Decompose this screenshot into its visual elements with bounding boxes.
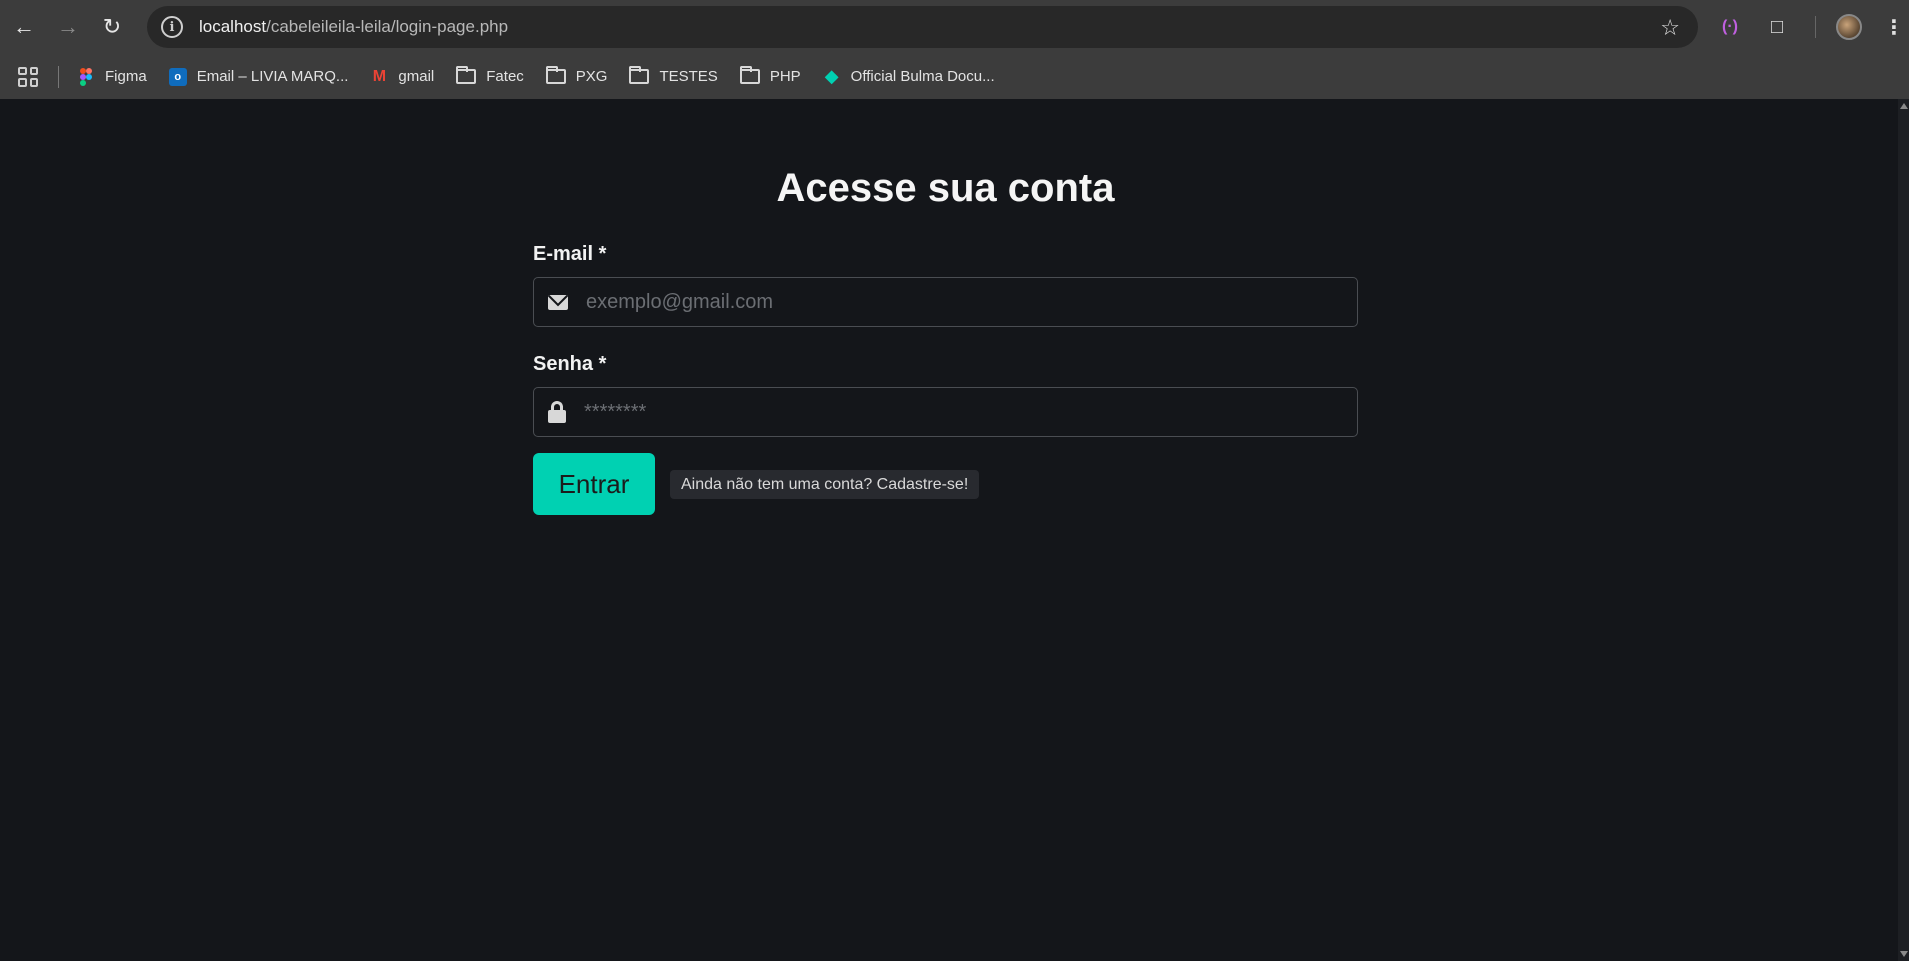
email-field-wrapper[interactable] [533, 277, 1358, 327]
login-button[interactable]: Entrar [533, 453, 655, 515]
more-menu-icon[interactable]: ⋮ [1884, 15, 1904, 40]
password-label: Senha * [533, 353, 607, 375]
browser-toolbar: ← → ↻ i localhost/cabeleileila-leila/log… [0, 0, 1909, 54]
scroll-up-arrow-icon[interactable] [1900, 103, 1908, 109]
address-bar[interactable]: i localhost/cabeleileila-leila/login-pag… [147, 6, 1698, 48]
bookmark-figma[interactable]: Figma [77, 67, 147, 86]
url-host: localhost [199, 17, 267, 36]
lock-icon [548, 401, 566, 423]
bookmarks-bar: Figma o Email – LIVIA MARQ... M gmail Fa… [0, 54, 1909, 99]
bookmark-folder-php[interactable]: PHP [739, 66, 801, 85]
bookmark-label: PXG [575, 68, 608, 85]
toolbar-right-icons: (·) □ ⋮ [1715, 0, 1904, 54]
signup-link[interactable]: Ainda não tem uma conta? Cadastre-se! [670, 469, 980, 499]
page-scrollbar[interactable] [1898, 99, 1909, 961]
gmail-icon: M [372, 67, 387, 85]
email-input[interactable] [586, 278, 1357, 326]
bookmark-label: gmail [398, 68, 435, 85]
bookmark-email[interactable]: o Email – LIVIA MARQ... [168, 67, 349, 86]
envelope-icon [548, 294, 568, 310]
bookmark-gmail[interactable]: M gmail [370, 67, 435, 86]
reload-icon[interactable]: ↻ [90, 5, 134, 49]
folder-icon [629, 66, 650, 84]
bookmark-label: TESTES [659, 68, 718, 85]
email-label: E-mail * [533, 243, 607, 265]
bookmark-star-icon[interactable]: ☆ [1660, 15, 1680, 41]
outlook-icon: o [168, 67, 187, 86]
scroll-down-arrow-icon[interactable] [1900, 951, 1908, 957]
forward-arrow-icon[interactable]: → [46, 5, 90, 49]
profile-avatar[interactable] [1836, 14, 1862, 40]
bulma-icon: ◆ [824, 66, 839, 86]
toolbar-divider [1815, 16, 1816, 38]
bookmark-label: Official Bulma Docu... [850, 68, 995, 85]
folder-icon [456, 66, 477, 84]
password-input[interactable] [584, 388, 1357, 436]
extension-icon[interactable]: (·) [1715, 18, 1745, 36]
url-path: /cabeleileila-leila/login-page.php [266, 17, 509, 36]
folder-icon [739, 66, 760, 84]
back-arrow-icon[interactable]: ← [2, 5, 46, 49]
site-info-icon[interactable]: i [161, 16, 183, 38]
bookmark-folder-testes[interactable]: TESTES [629, 66, 718, 85]
page-title: Acesse sua conta [776, 166, 1115, 210]
bookmark-label: Figma [105, 68, 147, 85]
bookmark-folder-fatec[interactable]: Fatec [456, 66, 524, 85]
bookmarks-divider [58, 65, 59, 88]
figma-icon [77, 67, 95, 86]
bookmark-folder-pxg[interactable]: PXG [545, 66, 608, 85]
password-field-wrapper[interactable] [533, 387, 1358, 437]
apps-grid-icon[interactable] [18, 66, 38, 87]
bookmark-bulma[interactable]: ◆ Official Bulma Docu... [823, 66, 995, 86]
page-content: Acesse sua conta E-mail * Senha * Entrar… [0, 99, 1898, 961]
folder-icon [545, 66, 566, 84]
bookmark-label: PHP [769, 68, 801, 85]
puzzle-extensions-icon[interactable]: □ [1757, 16, 1797, 39]
url-text[interactable]: localhost/cabeleileila-leila/login-page.… [199, 17, 508, 37]
bookmark-label: Email – LIVIA MARQ... [196, 68, 349, 85]
form-actions: Entrar Ainda não tem uma conta? Cadastre… [533, 453, 1358, 515]
login-form: Acesse sua conta E-mail * Senha * Entrar… [533, 99, 1358, 515]
bookmark-label: Fatec [486, 68, 524, 85]
